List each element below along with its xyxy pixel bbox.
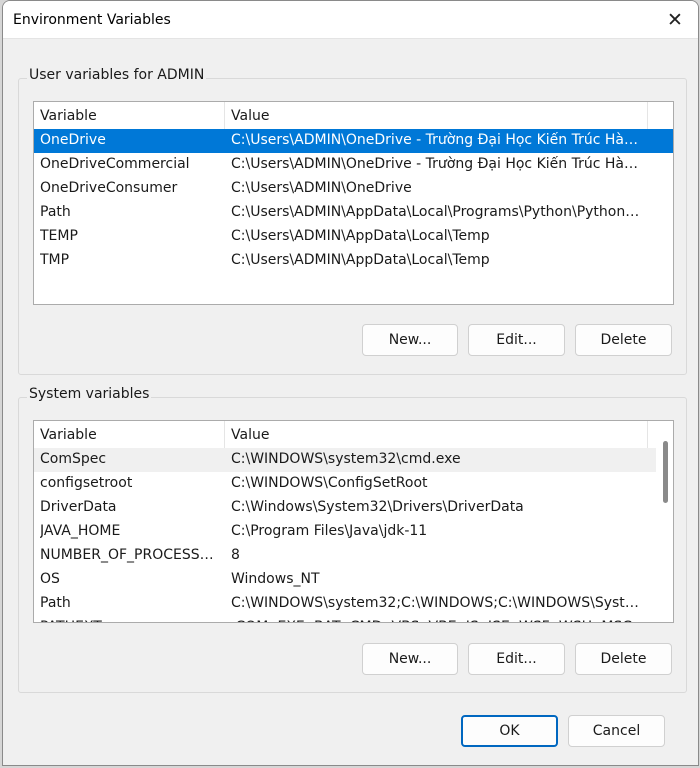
table-row[interactable]: OneDrive C:\Users\ADMIN\OneDrive - Trường… bbox=[34, 129, 673, 153]
variable-value-cell: C:\WINDOWS\system32;C:\WINDOWS;C:\WINDOW… bbox=[231, 595, 644, 611]
variable-name-cell: TMP bbox=[40, 252, 70, 268]
environment-variables-dialog: Environment Variables ✕ User variables f… bbox=[2, 0, 699, 766]
user-edit-button[interactable]: Edit... bbox=[468, 324, 565, 356]
table-row[interactable]: OneDriveConsumer C:\Users\ADMIN\OneDrive bbox=[34, 177, 673, 201]
table-row[interactable]: OS Windows_NT bbox=[34, 568, 673, 592]
variable-value-cell: C:\Users\ADMIN\OneDrive - Trường Đại Học… bbox=[231, 132, 640, 148]
user-new-button[interactable]: New... bbox=[362, 324, 458, 356]
system-new-button[interactable]: New... bbox=[362, 643, 458, 675]
system-edit-button[interactable]: Edit... bbox=[468, 643, 565, 675]
title-bar: Environment Variables ✕ bbox=[3, 1, 698, 39]
column-header-variable[interactable]: Variable bbox=[34, 421, 225, 448]
close-button[interactable]: ✕ bbox=[652, 1, 698, 39]
variable-value-cell: C:\Users\ADMIN\AppData\Local\Temp bbox=[231, 228, 490, 244]
system-delete-button[interactable]: Delete bbox=[575, 643, 672, 675]
variable-value-cell: C:\Windows\System32\Drivers\DriverData bbox=[231, 499, 524, 515]
variable-value-cell: C:\WINDOWS\ConfigSetRoot bbox=[231, 475, 428, 491]
variable-name-cell: Path bbox=[40, 204, 71, 220]
system-variables-group: System variables Variable Value ComSpec C… bbox=[18, 386, 687, 693]
table-row[interactable]: Path C:\Users\ADMIN\AppData\Local\Program… bbox=[34, 201, 673, 225]
table-row[interactable]: DriverData C:\Windows\System32\Drivers\Dr… bbox=[34, 496, 673, 520]
window-title: Environment Variables bbox=[13, 12, 171, 28]
table-row[interactable]: PATHEXT .COM;.EXE;.BAT;.CMD;.VBS;.VBE;.JS… bbox=[34, 616, 673, 622]
column-header-value[interactable]: Value bbox=[225, 102, 648, 129]
scrollbar-thumb[interactable] bbox=[663, 441, 668, 503]
variable-name-cell: OneDriveConsumer bbox=[40, 180, 178, 196]
variable-name-cell: PATHEXT bbox=[40, 619, 222, 622]
variable-name-cell: ComSpec bbox=[40, 451, 107, 467]
list-header: Variable Value bbox=[34, 421, 673, 448]
variable-value-cell: .COM;.EXE;.BAT;.CMD;.VBS;.VBE;.JS;.JSE;.… bbox=[231, 619, 644, 622]
variable-name-cell: configsetroot bbox=[40, 475, 133, 491]
variable-value-cell: C:\WINDOWS\system32\cmd.exe bbox=[231, 451, 461, 467]
variable-value-cell: C:\Users\ADMIN\OneDrive bbox=[231, 180, 412, 196]
variable-name-cell: Path bbox=[40, 595, 71, 611]
system-variables-rows: ComSpec C:\WINDOWS\system32\cmd.exe config… bbox=[34, 448, 673, 622]
variable-value-cell: C:\Program Files\Java\jdk-11 bbox=[231, 523, 428, 539]
table-row[interactable]: JAVA_HOME C:\Program Files\Java\jdk-11 bbox=[34, 520, 673, 544]
system-variables-list[interactable]: Variable Value ComSpec C:\WINDOWS\system3… bbox=[33, 420, 674, 623]
close-icon: ✕ bbox=[667, 9, 683, 31]
variable-name-cell: DriverData bbox=[40, 499, 117, 515]
variable-value-cell: 8 bbox=[231, 547, 240, 563]
table-row[interactable]: TMP C:\Users\ADMIN\AppData\Local\Temp bbox=[34, 249, 673, 273]
table-row[interactable]: NUMBER_OF_PROCESSORS 8 bbox=[34, 544, 673, 568]
table-row[interactable]: TEMP C:\Users\ADMIN\AppData\Local\Temp bbox=[34, 225, 673, 249]
variable-name-cell: NUMBER_OF_PROCESSORS bbox=[40, 547, 222, 563]
variable-value-cell: C:\Users\ADMIN\OneDrive - Trường Đại Học… bbox=[231, 156, 640, 172]
table-row[interactable]: configsetroot C:\WINDOWS\ConfigSetRoot bbox=[34, 472, 673, 496]
user-variables-label: User variables for ADMIN bbox=[27, 67, 207, 83]
user-variables-list[interactable]: Variable Value OneDrive C:\Users\ADMIN\On… bbox=[33, 101, 674, 305]
cancel-button[interactable]: Cancel bbox=[568, 715, 665, 747]
system-variables-label: System variables bbox=[27, 386, 152, 402]
column-header-value[interactable]: Value bbox=[225, 421, 648, 448]
ok-button[interactable]: OK bbox=[461, 715, 558, 747]
variable-name-cell: JAVA_HOME bbox=[40, 523, 121, 539]
table-row[interactable]: Path C:\WINDOWS\system32;C:\WINDOWS;C:\WI… bbox=[34, 592, 673, 616]
variable-value-cell: C:\Users\ADMIN\AppData\Local\Programs\Py… bbox=[231, 204, 640, 220]
system-list-scrollbar[interactable] bbox=[656, 421, 673, 622]
variable-value-cell: C:\Users\ADMIN\AppData\Local\Temp bbox=[231, 252, 490, 268]
variable-name-cell: TEMP bbox=[40, 228, 78, 244]
user-variables-group: User variables for ADMIN Variable Value … bbox=[18, 67, 687, 375]
variable-value-cell: Windows_NT bbox=[231, 571, 320, 587]
user-delete-button[interactable]: Delete bbox=[575, 324, 672, 356]
variable-name-cell: OS bbox=[40, 571, 60, 587]
variable-name-cell: OneDriveCommercial bbox=[40, 156, 190, 172]
table-row[interactable]: OneDriveCommercial C:\Users\ADMIN\OneDriv… bbox=[34, 153, 673, 177]
table-row[interactable]: ComSpec C:\WINDOWS\system32\cmd.exe bbox=[34, 448, 673, 472]
column-header-variable[interactable]: Variable bbox=[34, 102, 225, 129]
list-header: Variable Value bbox=[34, 102, 673, 129]
user-variables-rows: OneDrive C:\Users\ADMIN\OneDrive - Trường… bbox=[34, 129, 673, 273]
variable-name-cell: OneDrive bbox=[40, 132, 106, 148]
